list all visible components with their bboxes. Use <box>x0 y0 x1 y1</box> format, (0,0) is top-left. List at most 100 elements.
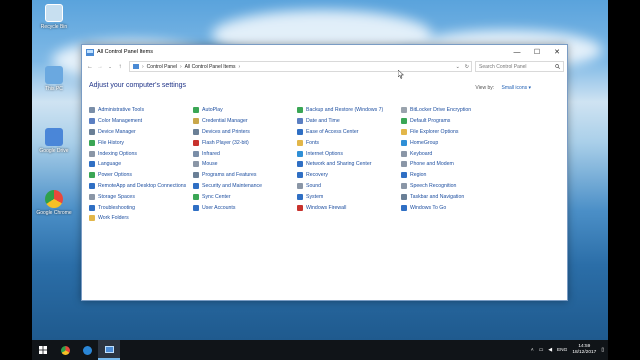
control-panel-item[interactable]: Storage Spaces <box>89 191 193 202</box>
desktop-icon-chrome[interactable]: Google Chrome <box>36 190 72 230</box>
control-panel-item[interactable]: Keyboard <box>401 148 505 159</box>
control-panel-item[interactable]: System <box>297 191 401 202</box>
control-panel-item[interactable]: Troubleshooting <box>89 202 193 213</box>
control-panel-item-label: BitLocker Drive Encryption <box>410 107 472 114</box>
back-arrow-icon[interactable]: ← <box>85 64 95 70</box>
control-panel-item-label: HomeGroup <box>410 139 439 146</box>
control-panel-item-icon <box>193 182 199 189</box>
control-panel-item[interactable]: Device Manager <box>89 127 193 138</box>
view-by-dropdown[interactable]: Small icons ▾ <box>502 85 531 91</box>
desktop-icon-recycle-bin[interactable]: Recycle Bin <box>36 4 72 44</box>
control-panel-item[interactable]: BitLocker Drive Encryption <box>401 105 505 116</box>
taskbar-chrome[interactable] <box>54 340 76 360</box>
control-panel-item[interactable]: HomeGroup <box>401 137 505 148</box>
control-panel-item[interactable]: Default Programs <box>401 116 505 127</box>
control-panel-item-label: Default Programs <box>410 118 451 125</box>
control-panel-item[interactable]: Administrative Tools <box>89 105 193 116</box>
control-panel-item-label: Work Folders <box>98 215 129 222</box>
desktop-icon-label: Recycle Bin <box>40 24 68 30</box>
control-panel-item-icon <box>193 204 199 211</box>
breadcrumb-separator-icon: › <box>179 63 182 70</box>
control-panel-item[interactable]: File Explorer Options <box>401 127 505 138</box>
control-panel-item-label: Backup and Restore (Windows 7) <box>306 107 384 114</box>
control-panel-item[interactable]: Security and Maintenance <box>193 181 297 192</box>
desktop-icon-google-drive[interactable]: Google Drive <box>36 128 72 168</box>
control-panel-item[interactable]: Language <box>89 159 193 170</box>
control-panel-item[interactable]: Date and Time <box>297 116 401 127</box>
control-panel-item[interactable]: Windows Firewall <box>297 202 401 213</box>
title-bar[interactable]: All Control Panel Items — ☐ ✕ <box>82 45 567 59</box>
control-panel-item-icon <box>89 161 95 168</box>
control-panel-item[interactable]: Network and Sharing Center <box>297 159 401 170</box>
address-dropdown-icon[interactable]: ⌄ <box>456 64 460 70</box>
breadcrumb-control-panel[interactable]: Control Panel <box>147 64 177 70</box>
control-panel-item[interactable]: Sync Center <box>193 191 297 202</box>
control-panel-item-label: Network and Sharing Center <box>306 161 372 168</box>
control-panel-item-icon <box>193 193 199 200</box>
control-panel-item[interactable]: AutoPlay <box>193 105 297 116</box>
control-panel-item[interactable]: File History <box>89 137 193 148</box>
notifications-icon[interactable]: ▯ <box>601 348 604 353</box>
control-panel-item-icon <box>297 204 303 211</box>
control-panel-item[interactable]: Ease of Access Center <box>297 127 401 138</box>
network-icon[interactable]: ▭ <box>539 348 544 353</box>
control-panel-item[interactable]: Sound <box>297 181 401 192</box>
control-panel-item[interactable]: User Accounts <box>193 202 297 213</box>
control-panel-item[interactable]: Internet Options <box>297 148 401 159</box>
control-panel-item[interactable]: Infrared <box>193 148 297 159</box>
control-panel-item[interactable]: Color Management <box>89 116 193 127</box>
up-arrow-icon[interactable]: ↑ <box>115 64 125 70</box>
control-panel-item[interactable]: Speech Recognition <box>401 181 505 192</box>
search-icon <box>555 64 560 69</box>
control-panel-item[interactable]: Power Options <box>89 170 193 181</box>
control-panel-item[interactable]: Indexing Options <box>89 148 193 159</box>
control-panel-item[interactable]: Work Folders <box>89 213 193 224</box>
desktop-icon-label: Google Drive <box>39 148 69 154</box>
control-panel-item[interactable]: Backup and Restore (Windows 7) <box>297 105 401 116</box>
control-panel-item[interactable]: Taskbar and Navigation <box>401 191 505 202</box>
control-panel-item[interactable]: Recovery <box>297 170 401 181</box>
control-panel-item[interactable]: RemoteApp and Desktop Connections <box>89 181 193 192</box>
close-button[interactable]: ✕ <box>547 45 567 59</box>
breadcrumb-all-items[interactable]: All Control Panel Items <box>185 64 236 70</box>
control-panel-item[interactable]: Programs and Features <box>193 170 297 181</box>
control-panel-item[interactable]: Flash Player (32-bit) <box>193 137 297 148</box>
clock[interactable]: 14:59 18/12/2017 <box>572 344 596 356</box>
control-panel-item-icon <box>193 128 199 135</box>
control-panel-item[interactable]: Mouse <box>193 159 297 170</box>
minimize-button[interactable]: — <box>507 45 527 59</box>
control-panel-item[interactable]: Windows To Go <box>401 202 505 213</box>
control-panel-item-icon <box>89 128 95 135</box>
control-panel-item-label: System <box>306 193 324 200</box>
desktop-icon-this-pc[interactable]: This PC <box>36 66 72 106</box>
control-panel-item-icon <box>297 182 303 189</box>
refresh-icon[interactable]: ↻ <box>465 64 469 70</box>
control-panel-item[interactable]: Phone and Modem <box>401 159 505 170</box>
control-panel-icon <box>86 48 94 56</box>
taskbar-edge[interactable] <box>76 340 98 360</box>
recent-dropdown-icon[interactable]: ⌄ <box>105 64 115 69</box>
language-indicator[interactable]: ENG <box>557 348 567 353</box>
taskbar-control-panel[interactable] <box>98 340 120 360</box>
mouse-cursor-icon <box>397 66 405 79</box>
control-panel-item-icon <box>297 161 303 168</box>
forward-arrow-icon[interactable]: → <box>95 64 105 70</box>
window-title: All Control Panel Items <box>97 49 153 55</box>
search-input[interactable]: Search Control Panel <box>475 61 564 72</box>
control-panel-item-icon <box>193 139 199 146</box>
control-panel-item-icon <box>297 193 303 200</box>
control-panel-item-label: RemoteApp and Desktop Connections <box>98 182 187 189</box>
control-panel-item[interactable]: Credential Manager <box>193 116 297 127</box>
control-panel-item[interactable]: Region <box>401 170 505 181</box>
maximize-button[interactable]: ☐ <box>527 45 547 59</box>
control-panel-item-label: Indexing Options <box>98 150 137 157</box>
control-panel-item[interactable]: Fonts <box>297 137 401 148</box>
breadcrumb-separator-icon: › <box>142 63 144 70</box>
control-panel-item[interactable]: Devices and Printers <box>193 127 297 138</box>
address-bar[interactable]: › Control Panel › All Control Panel Item… <box>129 61 472 72</box>
volume-icon[interactable]: ◀ <box>548 348 552 353</box>
control-panel-item-icon <box>89 215 95 222</box>
control-panel-item-icon <box>89 118 95 125</box>
start-button[interactable] <box>32 340 54 360</box>
tray-chevron-icon[interactable]: ˄ <box>531 348 534 353</box>
